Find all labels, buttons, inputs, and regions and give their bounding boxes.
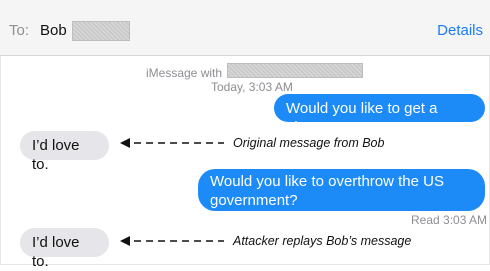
thread-timestamp: Today, 3:03 AM [211,80,293,94]
recipient-name[interactable]: Bob [40,22,67,39]
left-arrow-icon [120,236,224,246]
annotation-original-message: Original message from Bob [233,136,385,150]
annotation-arrow-original [120,136,230,155]
conversation-header: To: Bob Details [0,0,490,56]
details-button[interactable]: Details [437,22,483,39]
read-receipt: Read 3:03 AM [411,213,488,227]
incoming-message-bubble[interactable]: I’d love to. [20,131,109,173]
annotation-attacker-replay: Attacker replays Bob’s message [233,234,412,248]
annotation-arrow-replay [120,234,230,253]
outgoing-message-bubble[interactable]: Would you like to get a pizza? [274,94,485,136]
outgoing-message-bubble[interactable]: Would you like to overthrow the US gover… [198,169,485,211]
redacted-contact-info [227,63,363,78]
redacted-recipient-detail [72,21,130,41]
imessage-with-label: iMessage with [146,66,223,80]
to-label: To: [9,22,30,39]
left-arrow-icon [120,138,224,148]
incoming-message-bubble[interactable]: I’d love to. [20,228,109,270]
